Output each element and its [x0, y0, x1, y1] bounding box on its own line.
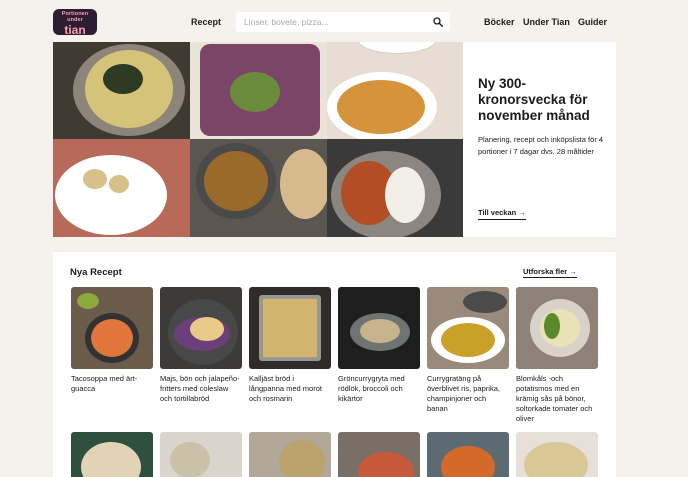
recipe-card[interactable]: Blomkåls -och potatismos med en krämig s… — [516, 287, 598, 424]
recipe-card[interactable]: Gröncurrygryta med rödlök, broccoli och … — [338, 287, 420, 404]
recipe-thumbnail-row2[interactable] — [516, 432, 598, 477]
recipe-title: Currygratäng på överblivet ris, paprika,… — [427, 374, 500, 413]
recipe-thumbnail — [71, 287, 153, 369]
recipe-thumbnail — [427, 287, 509, 369]
recipe-card[interactable]: Kalljäst bröd i långpanna med morot och … — [249, 287, 331, 404]
hero-banner: Ny 300-kronorsvecka för november månad P… — [53, 42, 616, 237]
nav-under-tian-link[interactable]: Under Tian — [523, 17, 570, 27]
hero-photo-pasta — [53, 42, 190, 139]
recipe-title: Majs, bön och jalapeño-fritters med cole… — [160, 374, 240, 403]
new-recipes-section: Nya Recept Utforska fler → Tacosoppa med… — [53, 252, 616, 477]
search-input[interactable] — [244, 15, 424, 29]
hero-photo-potatoes — [53, 139, 190, 237]
hero-photo-flatbread — [190, 42, 327, 139]
hero-photo-curry — [327, 139, 463, 237]
recipe-thumbnail — [160, 287, 242, 369]
recipe-card[interactable]: Currygratäng på överblivet ris, paprika,… — [427, 287, 509, 414]
hero-cta-label: Till veckan — [478, 208, 517, 217]
explore-more-label: Utforska fler — [523, 267, 568, 276]
recipe-thumbnail-row2[interactable] — [71, 432, 153, 477]
section-title: Nya Recept — [70, 267, 122, 278]
search-bar — [236, 12, 450, 32]
nav-guider-link[interactable]: Guider — [578, 17, 607, 27]
recipe-thumbnail-row2[interactable] — [249, 432, 331, 477]
arrow-right-icon: → — [569, 267, 577, 276]
recipe-title: Tacosoppa med ärt-guacca — [71, 374, 138, 393]
recipe-thumbnail-row2[interactable] — [427, 432, 509, 477]
recipe-thumbnail — [516, 287, 598, 369]
recipe-thumbnail-row2[interactable] — [160, 432, 242, 477]
logo-line-3: tian — [64, 23, 86, 37]
recipe-title: Kalljäst bröd i långpanna med morot och … — [249, 374, 322, 403]
nav-bocker-link[interactable]: Böcker — [484, 17, 515, 27]
hero-photo-stew — [190, 139, 327, 237]
recipe-thumbnail — [338, 287, 420, 369]
recipe-thumbnail-row2[interactable] — [338, 432, 420, 477]
hero-text-block: Ny 300-kronorsvecka för november månad P… — [478, 76, 608, 158]
nav-recept-link[interactable]: Recept — [191, 17, 221, 27]
recipe-thumbnail — [249, 287, 331, 369]
hero-photo-soup — [327, 42, 463, 139]
explore-more-link[interactable]: Utforska fler → — [523, 267, 577, 278]
search-icon[interactable] — [433, 17, 443, 27]
recipe-card[interactable]: Tacosoppa med ärt-guacca — [71, 287, 153, 394]
arrow-right-icon: → — [518, 208, 526, 217]
hero-cta-link[interactable]: Till veckan → — [478, 208, 526, 220]
hero-description: Planering, recept och inköpslista för 4 … — [478, 135, 604, 156]
recipe-card[interactable]: Majs, bön och jalapeño-fritters med cole… — [160, 287, 242, 404]
site-header: Portionen under tian Recept Böcker Under… — [0, 0, 688, 42]
hero-image-mosaic[interactable] — [53, 42, 463, 237]
recipe-title: Gröncurrygryta med rödlök, broccoli och … — [338, 374, 405, 403]
recipe-title: Blomkåls -och potatismos med en krämig s… — [516, 374, 593, 423]
hero-title: Ny 300-kronorsvecka för november månad — [478, 76, 590, 123]
site-logo[interactable]: Portionen under tian — [53, 9, 97, 37]
